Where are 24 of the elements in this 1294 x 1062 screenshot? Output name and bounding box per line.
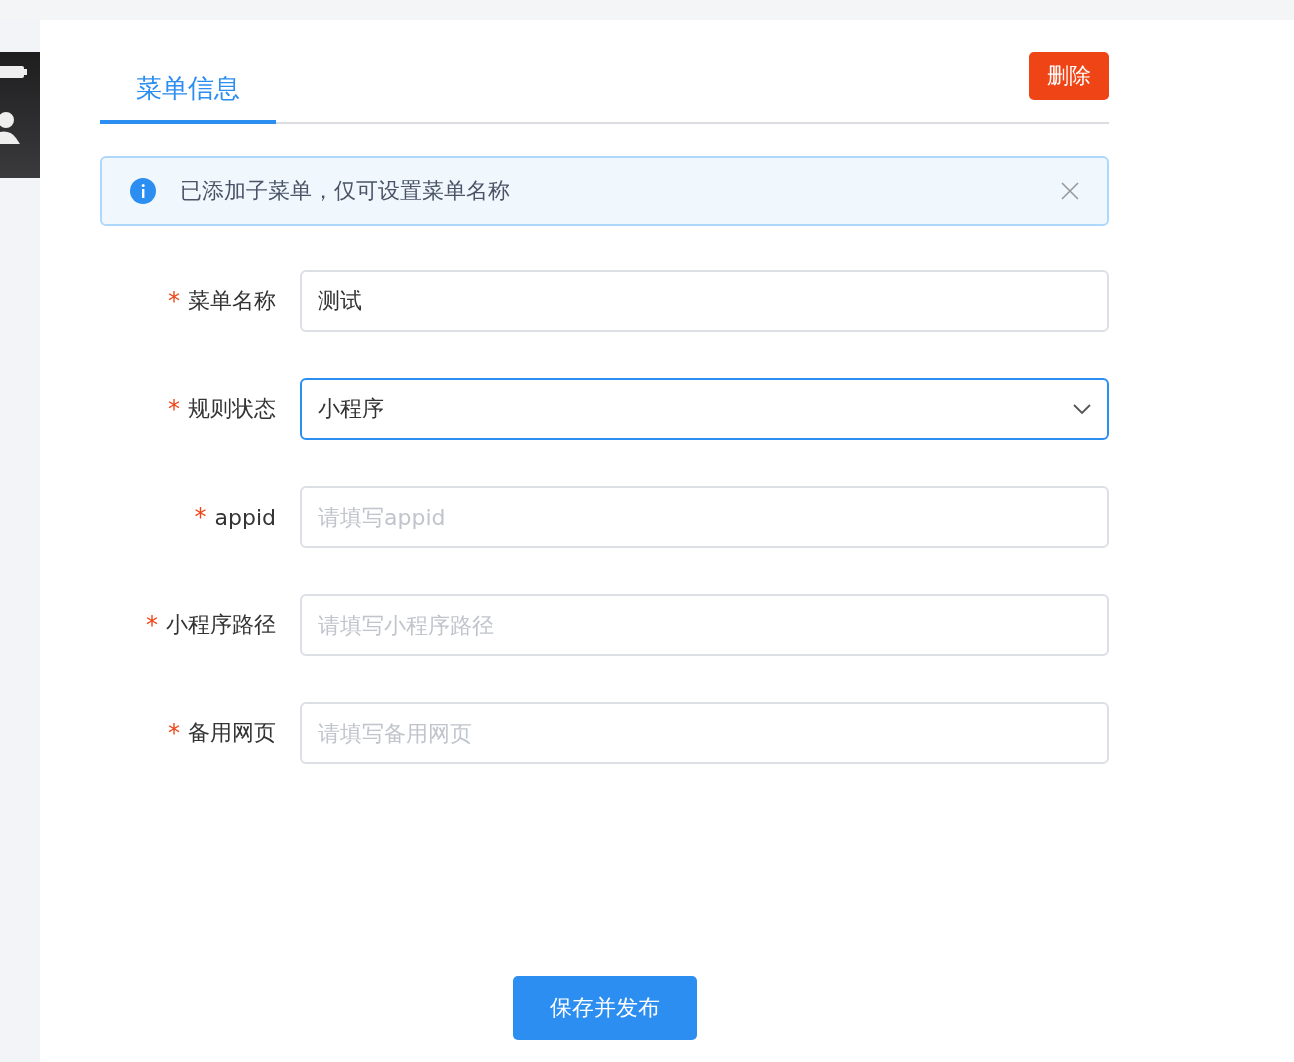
info-icon [130, 178, 156, 204]
input-field[interactable]: 请填写备用网页 [300, 702, 1109, 764]
person-icon [0, 110, 22, 146]
field-label: 备用网页 [188, 719, 276, 747]
close-icon[interactable] [1061, 182, 1079, 200]
required-mark: * [146, 611, 158, 639]
select-field[interactable]: 小程序 [300, 378, 1109, 440]
delete-button[interactable]: 删除 [1029, 52, 1109, 100]
required-mark: * [168, 287, 180, 315]
input-field[interactable]: 请填写小程序路径 [300, 594, 1109, 656]
field-label: 规则状态 [188, 395, 276, 423]
required-mark: * [168, 395, 180, 423]
required-mark: * [194, 503, 207, 531]
input-field[interactable]: 测试 [300, 270, 1109, 332]
alert-text: 已添加子菜单，仅可设置菜单名称 [180, 177, 511, 205]
save-publish-button[interactable]: 保存并发布 [512, 976, 697, 1040]
tab[interactable]: 菜单信息 [100, 71, 276, 124]
field-label: 菜单名称 [188, 287, 276, 315]
chevron-down-icon [1073, 404, 1091, 414]
battery-icon [0, 64, 28, 80]
input-field[interactable]: 请填写appid [300, 486, 1109, 548]
field-label: 小程序路径 [166, 611, 276, 639]
required-mark: * [168, 719, 180, 747]
field-label: appid [214, 504, 276, 530]
